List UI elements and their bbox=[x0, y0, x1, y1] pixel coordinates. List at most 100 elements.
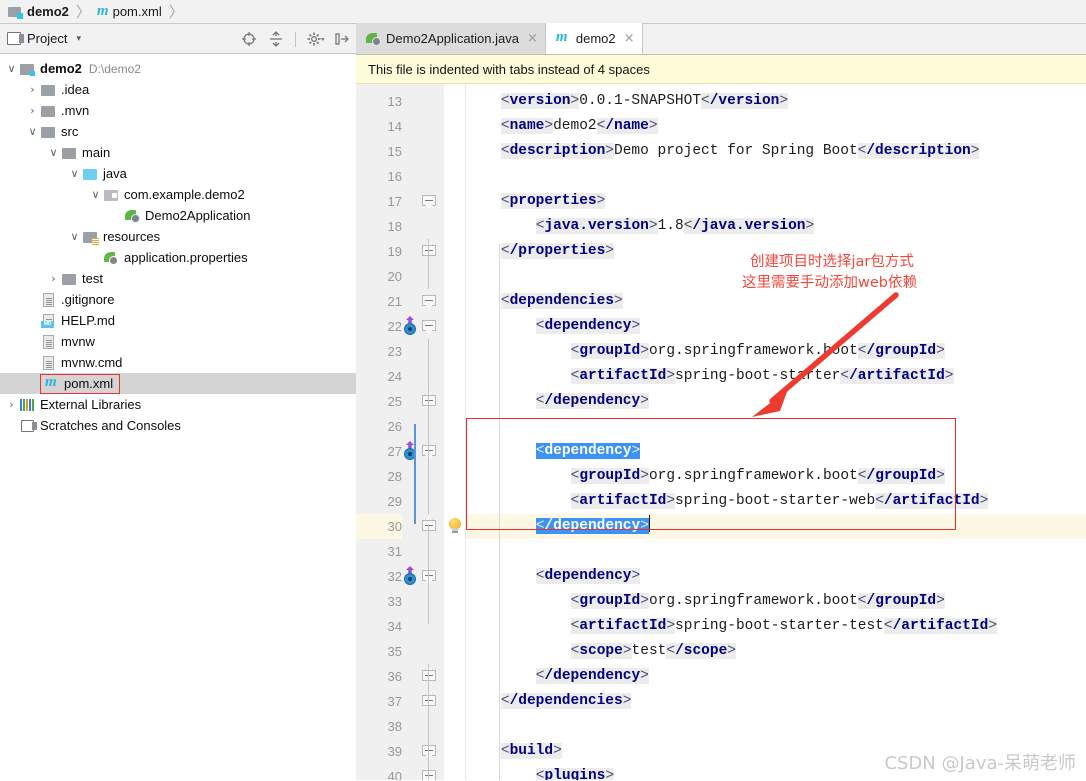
code-line[interactable]: 19 </properties> bbox=[356, 239, 1086, 264]
chevron-down-icon[interactable]: ∨ bbox=[89, 188, 102, 201]
editor-tab-demo2application-java[interactable]: Demo2Application.java × bbox=[356, 23, 546, 54]
intention-bulb-icon[interactable] bbox=[448, 518, 463, 534]
chevron-down-icon[interactable]: ∨ bbox=[47, 146, 60, 159]
tree-item-icon bbox=[19, 398, 35, 412]
maven-dependency-nav-icon[interactable] bbox=[402, 316, 418, 335]
tree-item-com-example-demo2[interactable]: ∨ com.example.demo2 bbox=[0, 184, 356, 205]
tree-item-demo2application[interactable]: Demo2Application bbox=[0, 205, 356, 226]
code-line[interactable]: 29 <artifactId>spring-boot-starter-web</a… bbox=[356, 489, 1086, 514]
project-folder-icon bbox=[20, 63, 35, 76]
tag-bracket: > bbox=[970, 143, 980, 159]
fold-expand-icon[interactable] bbox=[422, 516, 436, 534]
tree-item-resources[interactable]: ∨ resources bbox=[0, 226, 356, 247]
tree-item-src[interactable]: ∨ src bbox=[0, 121, 356, 142]
xml-tag: <dependency> bbox=[535, 568, 641, 584]
code-line[interactable]: 13 <version>0.0.1-SNAPSHOT</version> bbox=[356, 89, 1086, 114]
tag-bracket: < bbox=[596, 118, 606, 134]
fold-collapse-icon[interactable] bbox=[422, 445, 436, 459]
fold-collapse-icon[interactable] bbox=[422, 320, 436, 334]
tree-item-demo2[interactable]: ∨ demo2 D:\demo2 bbox=[0, 58, 356, 79]
code-text: <name>demo2</name> bbox=[466, 114, 658, 139]
fold-collapse-icon[interactable] bbox=[422, 570, 436, 584]
tag-bracket: > bbox=[605, 143, 614, 159]
hide-panel-icon[interactable] bbox=[334, 31, 350, 47]
tree-item-scratches-and-consoles[interactable]: Scratches and Consoles bbox=[0, 415, 356, 436]
chevron-down-icon[interactable]: ∨ bbox=[5, 62, 18, 75]
tree-item-external-libraries[interactable]: › External Libraries bbox=[0, 394, 356, 415]
fold-collapse-icon[interactable] bbox=[422, 295, 436, 309]
code-line[interactable]: 31 bbox=[356, 539, 1086, 564]
tag-bracket: > bbox=[605, 768, 615, 780]
code-line[interactable]: 38 bbox=[356, 714, 1086, 739]
code-line[interactable]: 21 <dependencies> bbox=[356, 289, 1086, 314]
fold-expand-icon[interactable] bbox=[422, 241, 436, 259]
chevron-right-icon[interactable]: › bbox=[47, 272, 60, 285]
close-icon[interactable]: × bbox=[527, 31, 538, 46]
code-line[interactable]: 25 </dependency> bbox=[356, 389, 1086, 414]
fold-collapse-icon[interactable] bbox=[422, 745, 436, 759]
code-line[interactable]: 27 <dependency> bbox=[356, 439, 1086, 464]
chevron-down-icon[interactable]: ▾ bbox=[76, 34, 81, 44]
tag-bracket: > bbox=[648, 218, 658, 234]
fold-expand-icon[interactable] bbox=[422, 391, 436, 409]
tree-item-main[interactable]: ∨ main bbox=[0, 142, 356, 163]
code-line[interactable]: 22 <dependency> bbox=[356, 314, 1086, 339]
breadcrumb-file[interactable]: m pom.xml bbox=[97, 0, 162, 24]
breadcrumb-project[interactable]: demo2 bbox=[8, 0, 69, 24]
chevron-right-icon[interactable]: › bbox=[26, 83, 39, 96]
tree-item--gitignore[interactable]: .gitignore bbox=[0, 289, 356, 310]
chevron-right-icon[interactable]: › bbox=[5, 398, 18, 411]
tree-item-pom-xml[interactable]: m pom.xml bbox=[0, 373, 356, 394]
code-line[interactable]: 28 <groupId>org.springframework.boot</gro… bbox=[356, 464, 1086, 489]
code-line[interactable]: 32 <dependency> bbox=[356, 564, 1086, 589]
code-line[interactable]: 37 </dependencies> bbox=[356, 689, 1086, 714]
tree-item-label: demo2 bbox=[40, 61, 82, 76]
project-icon bbox=[7, 32, 24, 45]
tree-item-mvnw-cmd[interactable]: mvnw.cmd bbox=[0, 352, 356, 373]
tree-item--idea[interactable]: › .idea bbox=[0, 79, 356, 100]
code-line[interactable]: 34 <artifactId>spring-boot-starter-test</… bbox=[356, 614, 1086, 639]
project-tree[interactable]: ∨ demo2 D:\demo2 › .idea › .mvn ∨ src ∨ main ∨ java ∨… bbox=[0, 55, 356, 781]
tree-item-help-md[interactable]: MD HELP.md bbox=[0, 310, 356, 331]
chevron-right-icon[interactable]: › bbox=[26, 104, 39, 117]
tree-item-java[interactable]: ∨ java bbox=[0, 163, 356, 184]
fold-collapse-icon[interactable] bbox=[422, 195, 436, 209]
locate-icon[interactable] bbox=[241, 31, 257, 47]
chevron-down-icon[interactable]: ∨ bbox=[68, 230, 81, 243]
tag-bracket: > bbox=[648, 118, 658, 134]
code-editor[interactable]: 13 <version>0.0.1-SNAPSHOT</version> 14 <na… bbox=[356, 84, 1086, 780]
code-line[interactable]: 16 bbox=[356, 164, 1086, 189]
code-line[interactable]: 36 </dependency> bbox=[356, 664, 1086, 689]
vcs-change-marker[interactable] bbox=[414, 424, 416, 524]
folder-icon bbox=[41, 105, 55, 117]
chevron-down-icon[interactable]: ∨ bbox=[68, 167, 81, 180]
tree-item--mvn[interactable]: › .mvn bbox=[0, 100, 356, 121]
fold-expand-icon[interactable] bbox=[422, 666, 436, 684]
code-line[interactable]: 35 <scope>test</scope> bbox=[356, 639, 1086, 664]
collapse-all-icon[interactable] bbox=[268, 31, 284, 47]
fold-collapse-icon[interactable] bbox=[422, 770, 436, 780]
code-line[interactable]: 24 <artifactId>spring-boot-starter</artif… bbox=[356, 364, 1086, 389]
code-line[interactable]: 20 bbox=[356, 264, 1086, 289]
code-line[interactable]: 15 <description>Demo project for Spring B… bbox=[356, 139, 1086, 164]
code-line[interactable]: 14 <name>demo2</name> bbox=[356, 114, 1086, 139]
code-line[interactable]: 33 <groupId>org.springframework.boot</gro… bbox=[356, 589, 1086, 614]
code-line[interactable]: 17 <properties> bbox=[356, 189, 1086, 214]
tree-item-mvnw[interactable]: mvnw bbox=[0, 331, 356, 352]
maven-dependency-nav-icon[interactable] bbox=[402, 566, 418, 585]
tag-bracket: < bbox=[875, 493, 884, 509]
editor-tab-demo2[interactable]: m demo2 × bbox=[545, 23, 643, 54]
xml-tag: <scope> bbox=[570, 643, 632, 659]
code-line[interactable]: 26 bbox=[356, 414, 1086, 439]
tag-bracket: > bbox=[605, 243, 614, 259]
close-icon[interactable]: × bbox=[624, 31, 635, 46]
chevron-down-icon[interactable]: ∨ bbox=[26, 125, 39, 138]
code-line[interactable]: 18 <java.version>1.8</java.version> bbox=[356, 214, 1086, 239]
fold-expand-icon[interactable] bbox=[422, 691, 436, 709]
gear-icon[interactable] bbox=[307, 31, 325, 47]
tree-item-test[interactable]: › test bbox=[0, 268, 356, 289]
code-line[interactable]: 30 </dependency> bbox=[356, 514, 1086, 539]
tree-item-application-properties[interactable]: application.properties bbox=[0, 247, 356, 268]
code-line[interactable]: 23 <groupId>org.springframework.boot</gro… bbox=[356, 339, 1086, 364]
